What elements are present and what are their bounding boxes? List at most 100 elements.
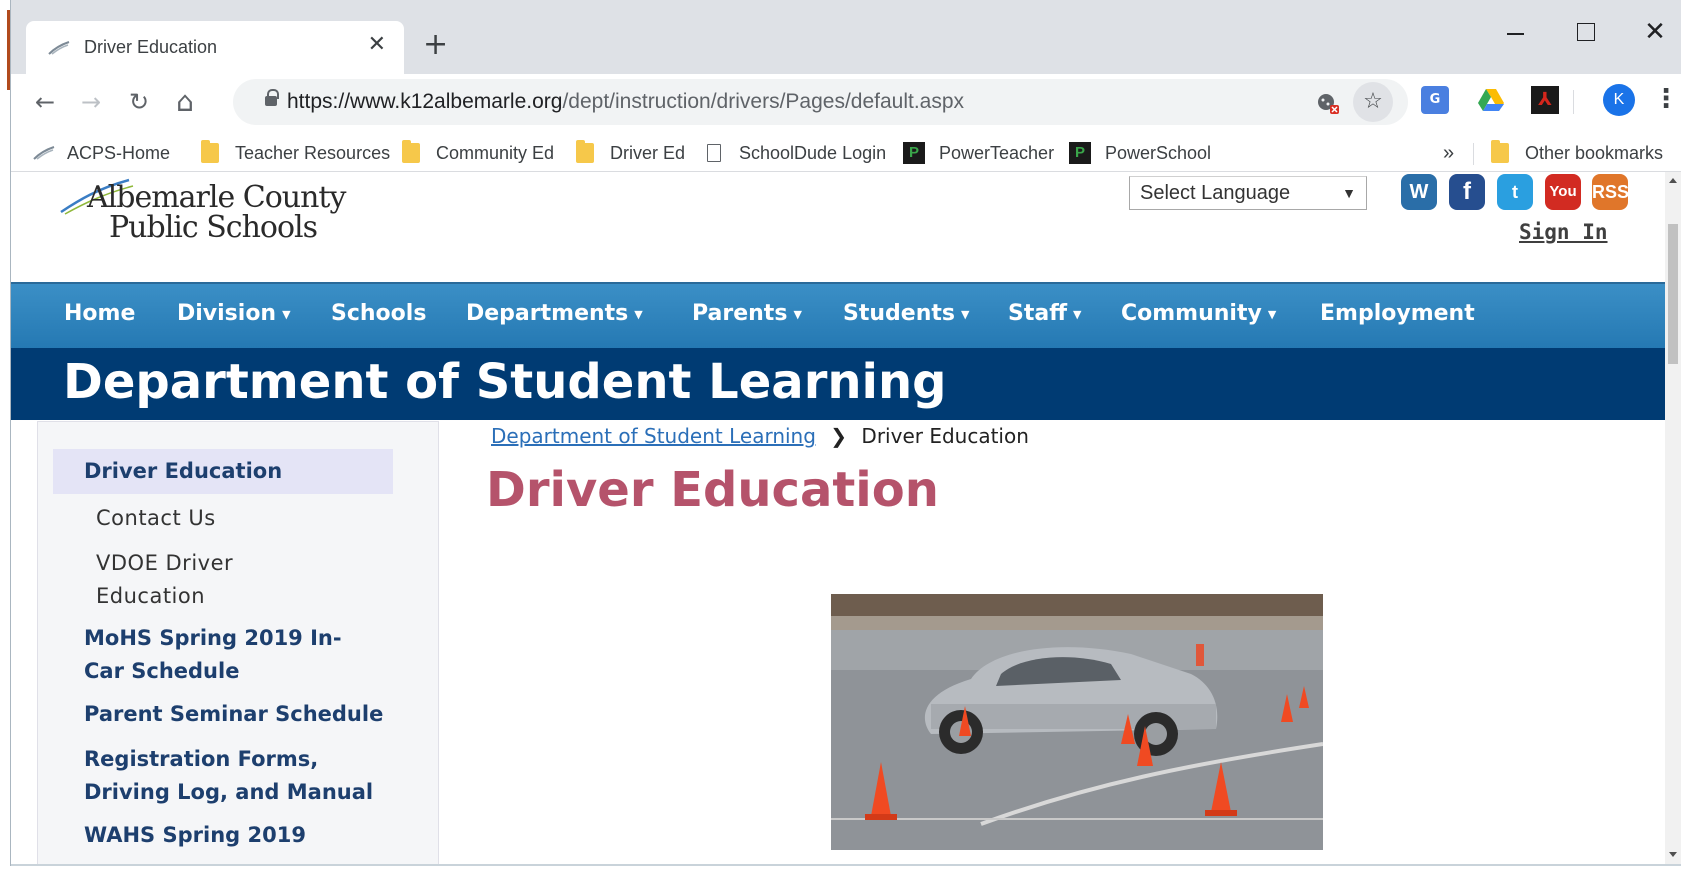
bookmark-powerteacher[interactable]: P PowerTeacher bbox=[903, 139, 1054, 167]
chevron-down-icon: ▼ bbox=[634, 307, 643, 321]
close-window-button[interactable]: ✕ bbox=[1635, 18, 1675, 46]
bookmark-label: ACPS-Home bbox=[67, 142, 171, 163]
logo-line-2: Public Schools bbox=[109, 210, 318, 245]
bookmarks-bar: ACPS-Home Teacher Resources Community Ed… bbox=[11, 134, 1681, 172]
nav-home[interactable]: Home bbox=[64, 301, 135, 326]
bookmarks-separator bbox=[1473, 143, 1474, 165]
breadcrumb-link-department[interactable]: Department of Student Learning bbox=[491, 424, 816, 448]
profile-avatar[interactable]: K bbox=[1603, 84, 1635, 116]
tab-title: Driver Education bbox=[84, 37, 218, 57]
reload-button[interactable]: ↻ bbox=[121, 84, 157, 120]
nav-staff[interactable]: Staff ▼ bbox=[1008, 301, 1082, 326]
twitter-icon[interactable]: t bbox=[1497, 174, 1533, 210]
driver-education-photo bbox=[831, 594, 1323, 850]
back-button[interactable]: ← bbox=[27, 84, 63, 120]
lock-icon bbox=[265, 89, 279, 106]
tab-strip: Driver Education ✕ + ✕ bbox=[11, 0, 1681, 74]
sidebar-item-contact-us[interactable]: Contact Us bbox=[96, 502, 216, 535]
sidebar-item-vdoe-driver-education[interactable]: VDOE Driver Education bbox=[96, 547, 233, 613]
breadcrumb-current: Driver Education bbox=[861, 424, 1029, 448]
bookmark-label: Driver Ed bbox=[610, 142, 686, 163]
sidebar-item-label: VDOE Driver bbox=[96, 551, 234, 575]
nav-community[interactable]: Community ▼ bbox=[1121, 301, 1276, 326]
desktop-bottom-edge bbox=[0, 866, 1681, 872]
department-banner: Department of Student Learning bbox=[11, 348, 1665, 420]
sidebar-item-registration-forms[interactable]: Registration Forms, Driving Log, and Man… bbox=[84, 743, 373, 809]
sidebar-nav: Driver Education Contact Us VDOE Driver … bbox=[37, 421, 439, 864]
youtube-icon[interactable]: You bbox=[1545, 174, 1581, 210]
nav-schools[interactable]: Schools bbox=[331, 301, 426, 326]
minimize-button[interactable] bbox=[1495, 18, 1535, 46]
maximize-button[interactable] bbox=[1565, 18, 1605, 46]
google-drive-extension-icon[interactable] bbox=[1477, 86, 1505, 114]
google-translate-extension-icon[interactable]: G bbox=[1421, 86, 1449, 114]
url-text[interactable]: https://www.k12albemarle.org/dept/instru… bbox=[287, 90, 964, 114]
address-bar[interactable]: https://www.k12albemarle.org/dept/instru… bbox=[233, 79, 1408, 125]
facebook-icon[interactable]: f bbox=[1449, 174, 1485, 210]
bookmark-schooldude-login[interactable]: SchoolDude Login bbox=[707, 139, 886, 167]
chevron-down-icon: ▼ bbox=[1342, 185, 1356, 201]
acps-logo[interactable]: Albemarle County Public Schools bbox=[59, 176, 346, 248]
powerschool-icon: P bbox=[1069, 142, 1091, 164]
language-select-value: Select Language bbox=[1140, 182, 1291, 204]
blocked-cookies-icon[interactable] bbox=[1313, 88, 1343, 118]
forward-button[interactable]: → bbox=[73, 84, 109, 120]
banner-title: Department of Student Learning bbox=[63, 354, 947, 410]
bookmark-teacher-resources[interactable]: Teacher Resources bbox=[201, 139, 390, 167]
scroll-up-icon[interactable] bbox=[1669, 178, 1677, 183]
nav-employment[interactable]: Employment bbox=[1320, 301, 1475, 326]
acps-favicon-icon bbox=[33, 146, 55, 160]
sidebar-item-parent-seminar-schedule[interactable]: Parent Seminar Schedule bbox=[84, 698, 383, 731]
bookmark-community-ed[interactable]: Community Ed bbox=[402, 139, 554, 167]
bookmark-label: PowerTeacher bbox=[939, 142, 1055, 163]
tab-driver-education[interactable]: Driver Education ✕ bbox=[26, 21, 404, 74]
folder-icon bbox=[1491, 140, 1509, 163]
nav-division[interactable]: Division ▼ bbox=[177, 301, 291, 326]
wordpress-icon[interactable]: W bbox=[1401, 174, 1437, 210]
powerschool-icon: P bbox=[903, 142, 925, 164]
bookmark-label: PowerSchool bbox=[1105, 142, 1212, 163]
bookmarks-overflow-button[interactable]: » bbox=[1443, 139, 1454, 167]
nav-parents[interactable]: Parents ▼ bbox=[692, 301, 802, 326]
chevron-right-icon: ❯ bbox=[830, 424, 848, 448]
language-select[interactable]: Select Language ▼ bbox=[1129, 176, 1367, 210]
sidebar-item-mohs-schedule[interactable]: MoHS Spring 2019 In- Car Schedule bbox=[84, 622, 342, 688]
scrollbar-thumb[interactable] bbox=[1668, 224, 1678, 364]
chevron-down-icon: ▼ bbox=[793, 307, 802, 321]
new-tab-button[interactable]: + bbox=[423, 30, 448, 60]
bookmark-label: Community Ed bbox=[436, 142, 555, 163]
browser-window: Driver Education ✕ + ✕ ← → ↻ ⌂ https://w… bbox=[11, 0, 1681, 866]
bookmark-label: Teacher Resources bbox=[235, 142, 391, 163]
breadcrumb: Department of Student Learning ❯ Driver … bbox=[491, 424, 1029, 448]
chevron-down-icon: ▼ bbox=[1267, 307, 1277, 321]
main-navigation: Home Division ▼ Schools Departments ▼ Pare… bbox=[11, 282, 1665, 348]
scroll-down-icon[interactable] bbox=[1669, 852, 1677, 857]
bookmark-label: SchoolDude Login bbox=[739, 142, 887, 163]
bookmark-driver-ed[interactable]: Driver Ed bbox=[576, 139, 685, 167]
home-button[interactable]: ⌂ bbox=[167, 84, 203, 120]
bookmark-other-bookmarks[interactable]: Other bookmarks bbox=[1491, 139, 1663, 167]
bookmark-star-icon[interactable]: ☆ bbox=[1353, 82, 1393, 122]
bookmark-acps-home[interactable]: ACPS-Home bbox=[33, 139, 170, 167]
chevron-down-icon: ▼ bbox=[960, 307, 970, 321]
tab-close-icon[interactable]: ✕ bbox=[368, 34, 386, 56]
vertical-scrollbar[interactable] bbox=[1665, 172, 1681, 864]
car-cones-illustration bbox=[831, 594, 1323, 850]
adobe-acrobat-extension-icon[interactable]: ⅄ bbox=[1531, 86, 1559, 114]
rss-icon[interactable]: RSS bbox=[1592, 174, 1629, 210]
browser-menu-icon[interactable]: ⋮ bbox=[1653, 84, 1679, 118]
page-viewport: Albemarle County Public Schools Select L… bbox=[11, 172, 1681, 864]
sidebar-item-label: Education bbox=[96, 584, 206, 608]
nav-departments[interactable]: Departments ▼ bbox=[466, 301, 643, 326]
chevron-down-icon: ▼ bbox=[1073, 307, 1082, 321]
acps-favicon-icon bbox=[48, 40, 70, 55]
sidebar-item-driver-education[interactable]: Driver Education bbox=[53, 449, 393, 494]
bookmark-label: Other bookmarks bbox=[1525, 142, 1664, 163]
sidebar-item-label: Car Schedule bbox=[84, 659, 240, 683]
browser-toolbar: ← → ↻ ⌂ https://www.k12albemarle.org/dep… bbox=[11, 74, 1681, 134]
bookmark-powerschool[interactable]: P PowerSchool bbox=[1069, 139, 1211, 167]
sidebar-item-label: Registration Forms, bbox=[84, 747, 319, 771]
sign-in-link[interactable]: Sign In bbox=[1519, 220, 1608, 244]
sidebar-item-wahs-schedule[interactable]: WAHS Spring 2019 bbox=[84, 819, 306, 852]
nav-students[interactable]: Students ▼ bbox=[843, 301, 969, 326]
